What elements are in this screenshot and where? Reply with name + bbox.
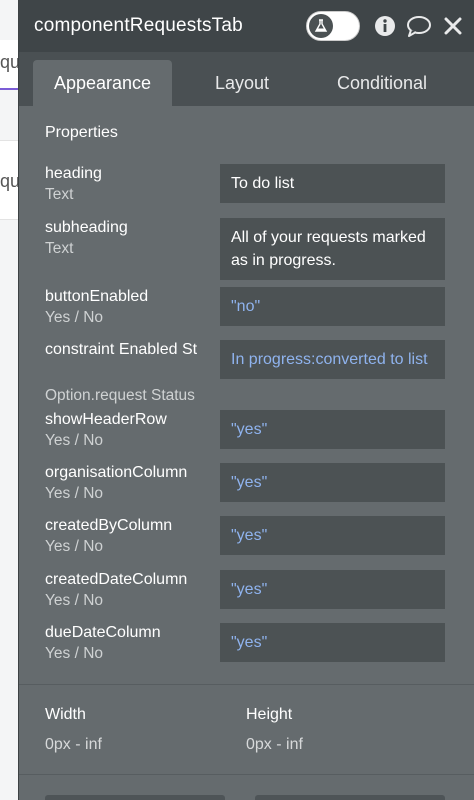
property-value-createdbycolumn[interactable]: "yes" <box>220 516 445 555</box>
height-value: 0px - inf <box>246 736 303 753</box>
section-divider <box>19 684 474 685</box>
tab-appearance[interactable]: Appearance <box>33 60 172 106</box>
comment-icon[interactable] <box>406 13 432 39</box>
property-value-constraint[interactable]: In progress:converted to list <box>220 340 445 379</box>
property-value-duedatecolumn[interactable]: "yes" <box>220 623 445 662</box>
property-type: Text <box>45 186 74 203</box>
properties-heading: Properties <box>45 124 118 141</box>
property-name: heading <box>45 165 102 182</box>
panel-title[interactable]: componentRequestsTab <box>34 15 306 37</box>
tab-bar: Appearance Layout Conditional <box>19 52 474 106</box>
property-name: buttonEnabled <box>45 288 149 305</box>
tab-conditional[interactable]: Conditional <box>312 60 452 106</box>
property-type: Text <box>45 240 74 257</box>
property-type: Yes / No <box>45 485 104 502</box>
property-name: organisationColumn <box>45 464 188 481</box>
width-value: 0px - inf <box>45 736 102 753</box>
property-type: Yes / No <box>45 432 104 449</box>
experimental-toggle[interactable] <box>306 11 360 41</box>
property-name: createdDateColumn <box>45 571 188 588</box>
property-editor-panel: componentRequestsTab Appearance Layout C… <box>18 0 474 800</box>
property-type: Yes / No <box>45 309 104 326</box>
bottom-control[interactable] <box>45 795 225 800</box>
tab-layout[interactable]: Layout <box>172 60 312 106</box>
property-name: constraint Enabled St <box>45 341 198 358</box>
property-value-createddatecolumn[interactable]: "yes" <box>220 570 445 609</box>
property-value-heading[interactable]: To do list <box>220 164 445 203</box>
property-value-buttonenabled[interactable]: "no" <box>220 287 445 326</box>
close-icon[interactable] <box>440 13 466 39</box>
property-name: subheading <box>45 219 128 236</box>
section-divider <box>19 774 474 775</box>
flask-icon <box>309 14 333 38</box>
property-type: Yes / No <box>45 645 104 662</box>
property-value-subheading[interactable]: All of your requests marked as in progre… <box>220 218 445 280</box>
bottom-control[interactable] <box>255 795 445 800</box>
property-name: dueDateColumn <box>45 624 161 641</box>
property-type: Yes / No <box>45 592 104 609</box>
property-value-showheaderrow[interactable]: "yes" <box>220 410 445 449</box>
property-type: Option.request Status <box>45 387 195 404</box>
panel-titlebar[interactable]: componentRequestsTab <box>19 0 474 52</box>
property-value-organisationcolumn[interactable]: "yes" <box>220 463 445 502</box>
height-label: Height <box>246 706 293 723</box>
property-name: createdByColumn <box>45 517 173 534</box>
properties-body: Properties heading Text To do list subhe… <box>19 106 474 800</box>
width-label: Width <box>45 706 86 723</box>
info-icon[interactable] <box>372 13 398 39</box>
property-name: showHeaderRow <box>45 411 167 428</box>
property-type: Yes / No <box>45 538 104 555</box>
